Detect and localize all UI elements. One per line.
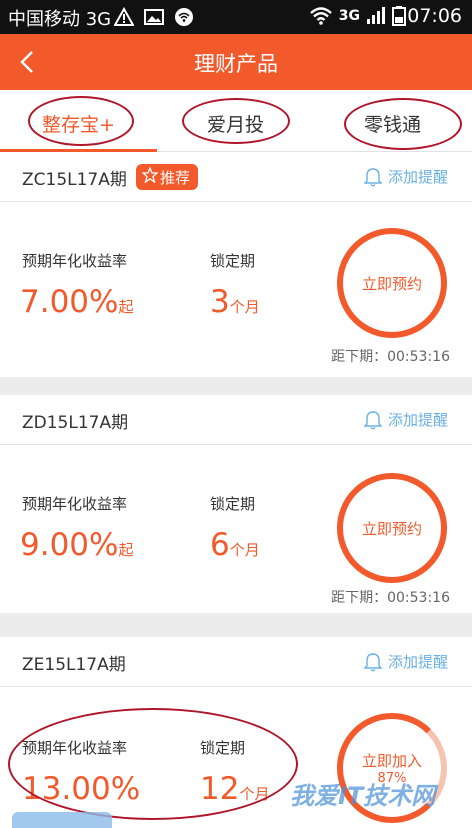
join-button-label: 立即加入 [361, 752, 422, 770]
rate-value: 13.00% [22, 771, 141, 807]
reserve-button-label: 立即预约 [361, 519, 422, 538]
tab-bar: 整存宝+ 爱月投 零钱通 [0, 90, 472, 152]
lock-unit: 个月 [239, 785, 270, 803]
rate-suffix: 起 [118, 541, 134, 559]
image-icon [144, 9, 164, 25]
product-card-header: ZD15L17A期 添加提醒 [0, 395, 472, 445]
lock-period: 12个月 [200, 771, 269, 807]
lock-period-label: 锁定期 [210, 252, 256, 270]
expected-rate: 9.00%起 [20, 527, 134, 563]
lock-period: 6个月 [210, 527, 260, 563]
countdown-text: 距下期：00:53:16 [331, 349, 450, 365]
lock-period-label: 锁定期 [200, 739, 246, 757]
tab-aiyuetou[interactable]: 爱月投 [157, 90, 314, 152]
product-card[interactable]: ZD15L17A期 添加提醒 预期年化收益率 9.00%起 锁定期 6个月 立即… [0, 395, 472, 613]
lock-unit: 个月 [229, 298, 260, 316]
add-reminder-label: 添加提醒 [387, 168, 448, 186]
product-card-header: ZE15L17A期 添加提醒 [0, 637, 472, 687]
product-code: ZD15L17A期 [22, 413, 129, 433]
lock-period-label: 锁定期 [210, 495, 256, 513]
product-card-header: ZC15L17A期 推荐 添加提醒 [0, 152, 472, 202]
add-reminder-label: 添加提醒 [387, 411, 448, 429]
page-title: 理财产品 [194, 52, 278, 76]
network-type-label: 3G [338, 8, 360, 24]
add-reminder-link[interactable]: 添加提醒 [363, 651, 448, 672]
rate-label: 预期年化收益率 [22, 252, 128, 270]
rate-label: 预期年化收益率 [22, 739, 128, 757]
recommend-badge-label: 推荐 [160, 169, 191, 187]
wifi-icon [309, 7, 332, 25]
lock-period: 3个月 [210, 284, 260, 320]
lock-unit: 个月 [229, 541, 260, 559]
rate-value: 7.00% [20, 284, 119, 320]
reserve-button-label: 立即预约 [361, 274, 422, 293]
reserve-button[interactable]: 立即预约 [337, 228, 447, 338]
reserve-button[interactable]: 立即预约 [337, 473, 447, 583]
clock: 07:06 [407, 5, 462, 27]
rate-value: 9.00% [20, 527, 119, 563]
add-reminder-label: 添加提醒 [387, 653, 448, 671]
lock-value: 6 [210, 527, 230, 563]
bell-icon [363, 167, 382, 186]
bell-icon [363, 652, 382, 671]
product-code: ZE15L17A期 [22, 655, 126, 675]
floating-tag [12, 812, 112, 828]
product-card[interactable]: ZC15L17A期 推荐 添加提醒 预期年化收益率 7.00%起 锁定期 3个月… [0, 152, 472, 377]
rate-label: 预期年化收益率 [22, 495, 128, 513]
lock-value: 12 [200, 771, 240, 807]
expected-rate: 7.00%起 [20, 284, 134, 320]
battery-icon [392, 6, 406, 26]
carrier-label: 中国移动 3G [8, 9, 112, 30]
recommend-badge: 推荐 [136, 164, 199, 190]
wifi-circle-icon [175, 8, 193, 26]
signal-icon [367, 7, 385, 24]
countdown-text: 距下期：00:53:16 [331, 590, 450, 606]
add-reminder-link[interactable]: 添加提醒 [363, 166, 448, 187]
tab-zhengcunbao[interactable]: 整存宝+ [0, 90, 157, 152]
rate-suffix: 起 [118, 298, 134, 316]
tab-lingqiantong[interactable]: 零钱通 [314, 90, 471, 152]
status-bar: 中国移动 3G 3G 07:06 [0, 0, 472, 34]
app-header: 理财产品 [0, 34, 472, 90]
watermark: 我爱IT技术网 [290, 782, 436, 810]
expected-rate: 13.00% [22, 771, 140, 807]
lock-value: 3 [210, 284, 230, 320]
bell-icon [363, 410, 382, 429]
product-code: ZC15L17A期 [22, 170, 127, 190]
add-reminder-link[interactable]: 添加提醒 [363, 409, 448, 430]
star-icon [142, 167, 158, 183]
warning-icon [114, 7, 134, 26]
